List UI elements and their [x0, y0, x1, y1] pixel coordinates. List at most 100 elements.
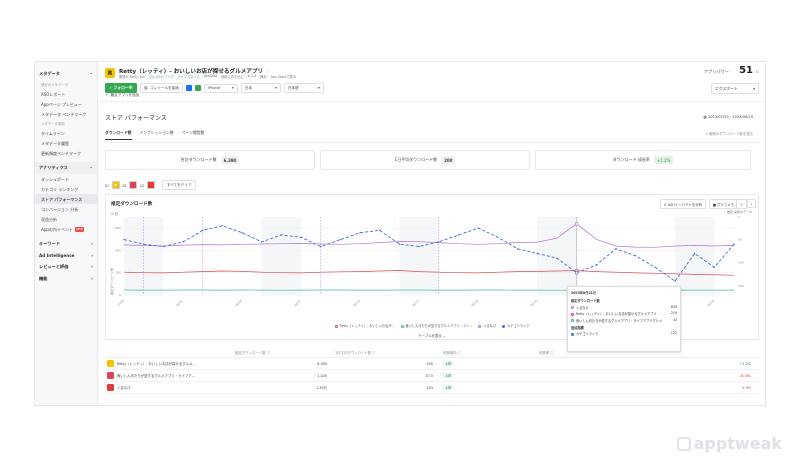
- daily-cell: 37.5: [425, 373, 433, 378]
- language-select[interactable]: 日本語 ▾: [283, 83, 324, 93]
- legend-item[interactable]: ぐるなび: [478, 323, 496, 328]
- trend-cell: 上昇: [439, 373, 539, 378]
- tooltip-series-name: Retty（レッティ）- おいしいお店が探せるグルメアプリ: [576, 312, 657, 316]
- table-row[interactable]: 食いしん坊たちが愛するグルメアプリ・ライフア... 1,200 37.5 上昇 …: [105, 370, 759, 382]
- kpi-growth: ダウンロード 成長率 +1.2%: [535, 150, 751, 170]
- series-dot: [571, 319, 574, 322]
- show-table-label: テーブルを表示: [418, 334, 442, 338]
- sidebar-item-conversion[interactable]: コンバージョン 分析: [35, 204, 97, 214]
- sidebar-item-revenue[interactable]: 収益分析: [35, 214, 97, 224]
- refresh-icon[interactable]: ↻: [756, 69, 759, 74]
- header-cell[interactable]: 成長傾向 ⓘ: [439, 350, 539, 355]
- legend-marker: [478, 324, 482, 328]
- metric-tabs: ダウンロード数 インプレッション数 ページ閲覧数: [105, 130, 204, 140]
- data-point: [438, 241, 440, 243]
- tooltip-series: 食いしん坊たちが愛するグルメアプリ・ライフアプリグルメ: [571, 318, 662, 323]
- sidebar-section-analytics[interactable]: アナリティクス ⌃: [35, 162, 97, 174]
- tooltip-value: 43: [672, 317, 677, 322]
- store-link[interactable]: App Storeで表示: [271, 74, 296, 79]
- clear-all-button[interactable]: すべてをクリア: [161, 180, 197, 190]
- app-chip-gurunavi[interactable]: [146, 181, 155, 189]
- chevron-icon: ›: [91, 276, 93, 281]
- app-power-label: アプリパワー: [703, 69, 729, 74]
- sidebar-item-timeline[interactable]: タイムライン: [35, 128, 97, 138]
- legend-item[interactable]: Retty（レッティ）- おいしいお店が...: [334, 323, 395, 328]
- sidebar-item-store-performance[interactable]: ストア パフォーマンス: [35, 194, 97, 204]
- sidebar-section-features[interactable]: 機能 ›: [35, 273, 97, 285]
- x-tick-label: 08/19: [529, 299, 538, 308]
- follow-button[interactable]: ✓ フォロー中: [105, 83, 137, 93]
- app-chip-competitor[interactable]: [129, 181, 138, 189]
- add-competitor-label: 競合アプリを追加: [110, 93, 140, 97]
- checkbox-icon[interactable]: ☑: [123, 183, 127, 188]
- data-point: [615, 248, 617, 250]
- table-row[interactable]: Retty（レッティ）- おいしいお店が探せるグルメ... 6,390 200 …: [105, 358, 759, 370]
- header-cell[interactable]: 1日平均ダウンロード数 ⓘ: [335, 350, 439, 355]
- toolbar: ✓ フォロー中 ⛓ コンソールを接続 iPhone ▾ 日本 ▾ 日本語 ▾: [105, 83, 324, 93]
- sidebar-item-aso-report[interactable]: ASOレポート: [35, 89, 97, 99]
- checkbox-icon[interactable]: ☑: [105, 183, 109, 188]
- app-dna-tag[interactable]: AppDNA: [204, 74, 217, 79]
- data-point: [320, 245, 322, 248]
- tab-downloads[interactable]: ダウンロード数: [105, 130, 132, 140]
- legend-item[interactable]: 食いしん坊たちが愛するグルメアプリ・ライ...: [400, 323, 473, 328]
- header-cell[interactable]: 推定ダウンロード数 ⓘ: [235, 350, 335, 355]
- tooltip-series-name: ぐるなび: [576, 305, 589, 310]
- sidebar-section-label: アナリティクス: [39, 165, 68, 170]
- app-icon: [107, 372, 114, 379]
- show-table-button[interactable]: テーブルを表示 ⌄: [418, 333, 445, 338]
- table-row[interactable]: ぐるなび 1.39万 433 上昇 -5.9%: [105, 382, 759, 394]
- export-button[interactable]: エクスポート ▾: [711, 83, 759, 94]
- chart-tooltip: 2023年8月21日 推定ダウンロード数 ぐるなび 639 Retty（レッティ）…: [567, 286, 681, 352]
- sidebar-item-category-ranking[interactable]: カテゴリ ランキング: [35, 184, 97, 194]
- header-cell[interactable]: 成長率 ⓘ: [539, 350, 759, 355]
- data-point: [654, 266, 656, 269]
- sidebar-item-app-preview[interactable]: Appページ プレビュー: [35, 99, 97, 109]
- sidebar-item-dashboard[interactable]: ダッシュボード: [35, 174, 97, 184]
- app-window: メタデータ ⌃ 現在のメタデータ ASOレポート Appページ プレビュー メタデ…: [34, 61, 766, 406]
- history-label: 実際のダウンロード数を表示: [708, 132, 753, 136]
- language-value: 日本語: [287, 85, 299, 90]
- sidebar-section-reviews[interactable]: レビューと評価 ›: [35, 261, 97, 273]
- sidebar-item-in-app-events[interactable]: Appの内イベント NEW: [35, 224, 97, 235]
- app-name: ぐるなび: [117, 386, 131, 390]
- data-point: [536, 252, 538, 255]
- y-right-tick-label: 150: [738, 284, 744, 288]
- legend-label: 食いしん坊たちが愛するグルメアプリ・ライ...: [405, 324, 473, 328]
- export-label: エクスポート: [715, 85, 738, 91]
- data-point: [733, 243, 735, 245]
- sidebar-item-update-benchmark[interactable]: 更新頻度ベンチマーク: [35, 148, 97, 158]
- app-store-icon[interactable]: [185, 85, 192, 91]
- data-point: [556, 257, 558, 259]
- kpi-label: 合計ダウンロード数: [180, 157, 217, 162]
- sidebar-section-ad-intelligence[interactable]: Ad Intelligence ›: [35, 250, 97, 261]
- device-select[interactable]: iPhone ▾: [203, 83, 238, 93]
- tab-impressions[interactable]: インプレッション数: [140, 130, 174, 140]
- google-play-icon[interactable]: [194, 85, 201, 91]
- tooltip-series: Retty（レッティ）- おいしいお店が探せるグルメアプリ: [571, 311, 657, 316]
- date-range-picker[interactable]: ▦ 2023/07/29 - 2023/08/29: [703, 115, 753, 119]
- add-competitor-button[interactable]: ＋競合アプリを追加: [105, 93, 139, 98]
- connect-console-button[interactable]: ⛓ コンソールを接続: [139, 83, 183, 93]
- app-icon: R: [105, 68, 115, 78]
- publisher[interactable]: 開発元 Retty, Inc: [119, 74, 145, 79]
- sidebar-group-label: メタデータ更新: [41, 122, 65, 126]
- apptweak-mark-icon: [676, 436, 691, 451]
- sidebar-item-metadata-benchmark[interactable]: メタデータ ベンチマーク: [35, 109, 97, 119]
- legend-item[interactable]: カテゴリランク: [502, 323, 529, 328]
- app-chip-retty[interactable]: R: [111, 181, 120, 189]
- category-tag[interactable]: ライフスタイル: [178, 74, 200, 79]
- show-actual-downloads-link[interactable]: ⇗ 実際のダウンロード数を表示: [705, 131, 753, 136]
- chevron-down-icon: ▾: [275, 85, 277, 90]
- tooltip-series-name: 食いしん坊たちが愛するグルメアプリ・ライフアプリグルメ: [576, 318, 663, 323]
- checkbox-icon[interactable]: ☑: [140, 183, 144, 188]
- country-select[interactable]: 日本 ▾: [240, 83, 281, 93]
- follow-label: フォロー中: [113, 85, 133, 90]
- sidebar-item-metadata-history[interactable]: メタデータ履歴: [35, 138, 97, 148]
- category-tag[interactable]: グルメ&ドリンク: [149, 74, 174, 79]
- tab-page-views[interactable]: ページ閲覧数: [182, 130, 205, 140]
- info-icon: ⓘ: [550, 351, 554, 355]
- sidebar-section-keywords[interactable]: キーワード ›: [35, 238, 97, 250]
- device-value: iPhone: [207, 86, 220, 90]
- sidebar-section-metadata[interactable]: メタデータ ⌃: [35, 68, 97, 80]
